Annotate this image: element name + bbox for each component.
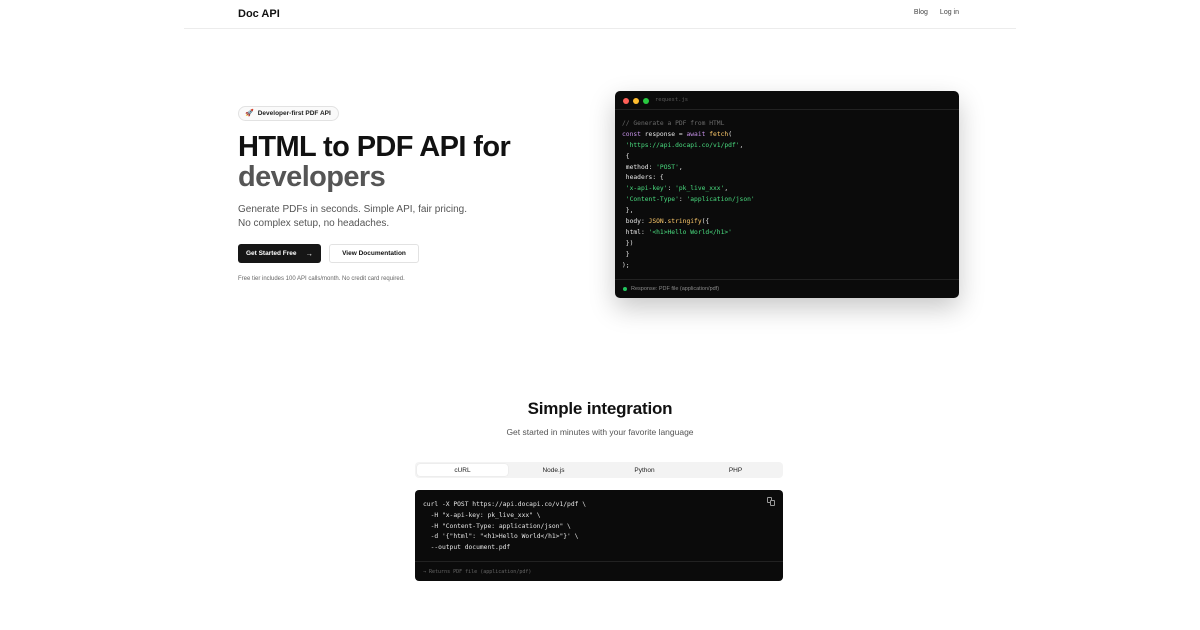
code-line: {	[625, 152, 630, 160]
code-line: const response = await fetch(	[622, 130, 732, 138]
response-note: Response: PDF file (application/pdf)	[631, 286, 720, 292]
hero-title-line1: HTML to PDF API for	[238, 131, 511, 163]
copy-icon[interactable]	[767, 497, 775, 506]
code-line: html: '<h1>Hello World</h1>'	[625, 228, 732, 236]
window-titlebar: request.js	[615, 91, 959, 110]
integration-subtitle: Get started in minutes with your favorit…	[506, 427, 694, 437]
returns-note: → Returns PDF file (application/pdf)	[423, 568, 532, 575]
hero-subtitle: Generate PDFs in seconds. Simple API, fa…	[238, 204, 467, 229]
nav-links: Blog Log in	[914, 9, 959, 16]
rocket-icon: 🚀	[245, 110, 254, 117]
tab-php[interactable]: PHP	[690, 464, 781, 476]
code-line: headers: {	[625, 174, 664, 182]
hero-title-line2: developers	[238, 161, 386, 193]
tab-nodejs[interactable]: Node.js	[508, 464, 599, 476]
code-line: method: 'POST',	[625, 163, 683, 171]
top-nav: Doc API Blog Log in	[184, 0, 1016, 29]
code-line: -H "Content-Type: application/json" \	[423, 522, 571, 530]
integration-footer: → Returns PDF file (application/pdf)	[415, 561, 783, 581]
integration-title: Simple integration	[527, 399, 673, 418]
tab-curl[interactable]: cURL	[417, 464, 508, 476]
code-line: --output document.pdf	[423, 544, 511, 552]
code-line: 'Content-Type': 'application/json'	[625, 196, 755, 204]
code-block: // Generate a PDF from HTML const respons…	[622, 119, 755, 271]
code-line: })	[625, 239, 634, 247]
integration-code-block: curl -X POST https://api.docapi.co/v1/pd…	[415, 490, 783, 581]
curl-code: curl -X POST https://api.docapi.co/v1/pd…	[423, 500, 586, 554]
badge-label: Developer-first PDF API	[257, 110, 331, 117]
code-line: -H "x-api-key: pk_live_xxx" \	[423, 511, 541, 519]
hero-badge: 🚀 Developer-first PDF API	[238, 106, 339, 121]
minimize-dot-icon	[633, 98, 639, 104]
code-line: 'x-api-key': 'pk_live_xxx',	[625, 185, 729, 193]
code-line: },	[625, 207, 634, 215]
window-footer: Response: PDF file (application/pdf)	[615, 279, 959, 298]
close-dot-icon	[623, 98, 629, 104]
code-line: curl -X POST https://api.docapi.co/v1/pd…	[423, 501, 587, 508]
get-started-label: Get Started Free	[245, 250, 297, 257]
tab-python[interactable]: Python	[599, 464, 690, 476]
code-line: // Generate a PDF from HTML	[622, 120, 725, 127]
nav-link-login[interactable]: Log in	[940, 9, 959, 16]
arrow-right-icon: →	[305, 249, 314, 258]
code-window: request.js // Generate a PDF from HTML co…	[615, 91, 959, 298]
code-line: body: JSON.stringify({	[625, 218, 710, 226]
language-tabs: cURL Node.js Python PHP	[415, 462, 783, 478]
code-line: 'https://api.docapi.co/v1/pdf',	[625, 141, 744, 149]
hero-title: HTML to PDF API for developers	[238, 132, 538, 192]
nav-link-blog[interactable]: Blog	[914, 9, 928, 16]
code-line: }	[625, 250, 630, 258]
view-docs-button[interactable]: View Documentation	[329, 244, 419, 263]
status-dot-icon	[623, 287, 627, 291]
maximize-dot-icon	[643, 98, 649, 104]
brand-logo[interactable]: Doc API	[238, 8, 280, 20]
code-line: );	[622, 261, 630, 269]
get-started-button[interactable]: Get Started Free →	[238, 244, 321, 263]
window-filename: request.js	[655, 97, 689, 103]
free-tier-note: Free tier includes 100 API calls/month. …	[238, 276, 405, 282]
code-line: -d '{"html": "<h1>Hello World</h1>"}' \	[423, 533, 579, 541]
